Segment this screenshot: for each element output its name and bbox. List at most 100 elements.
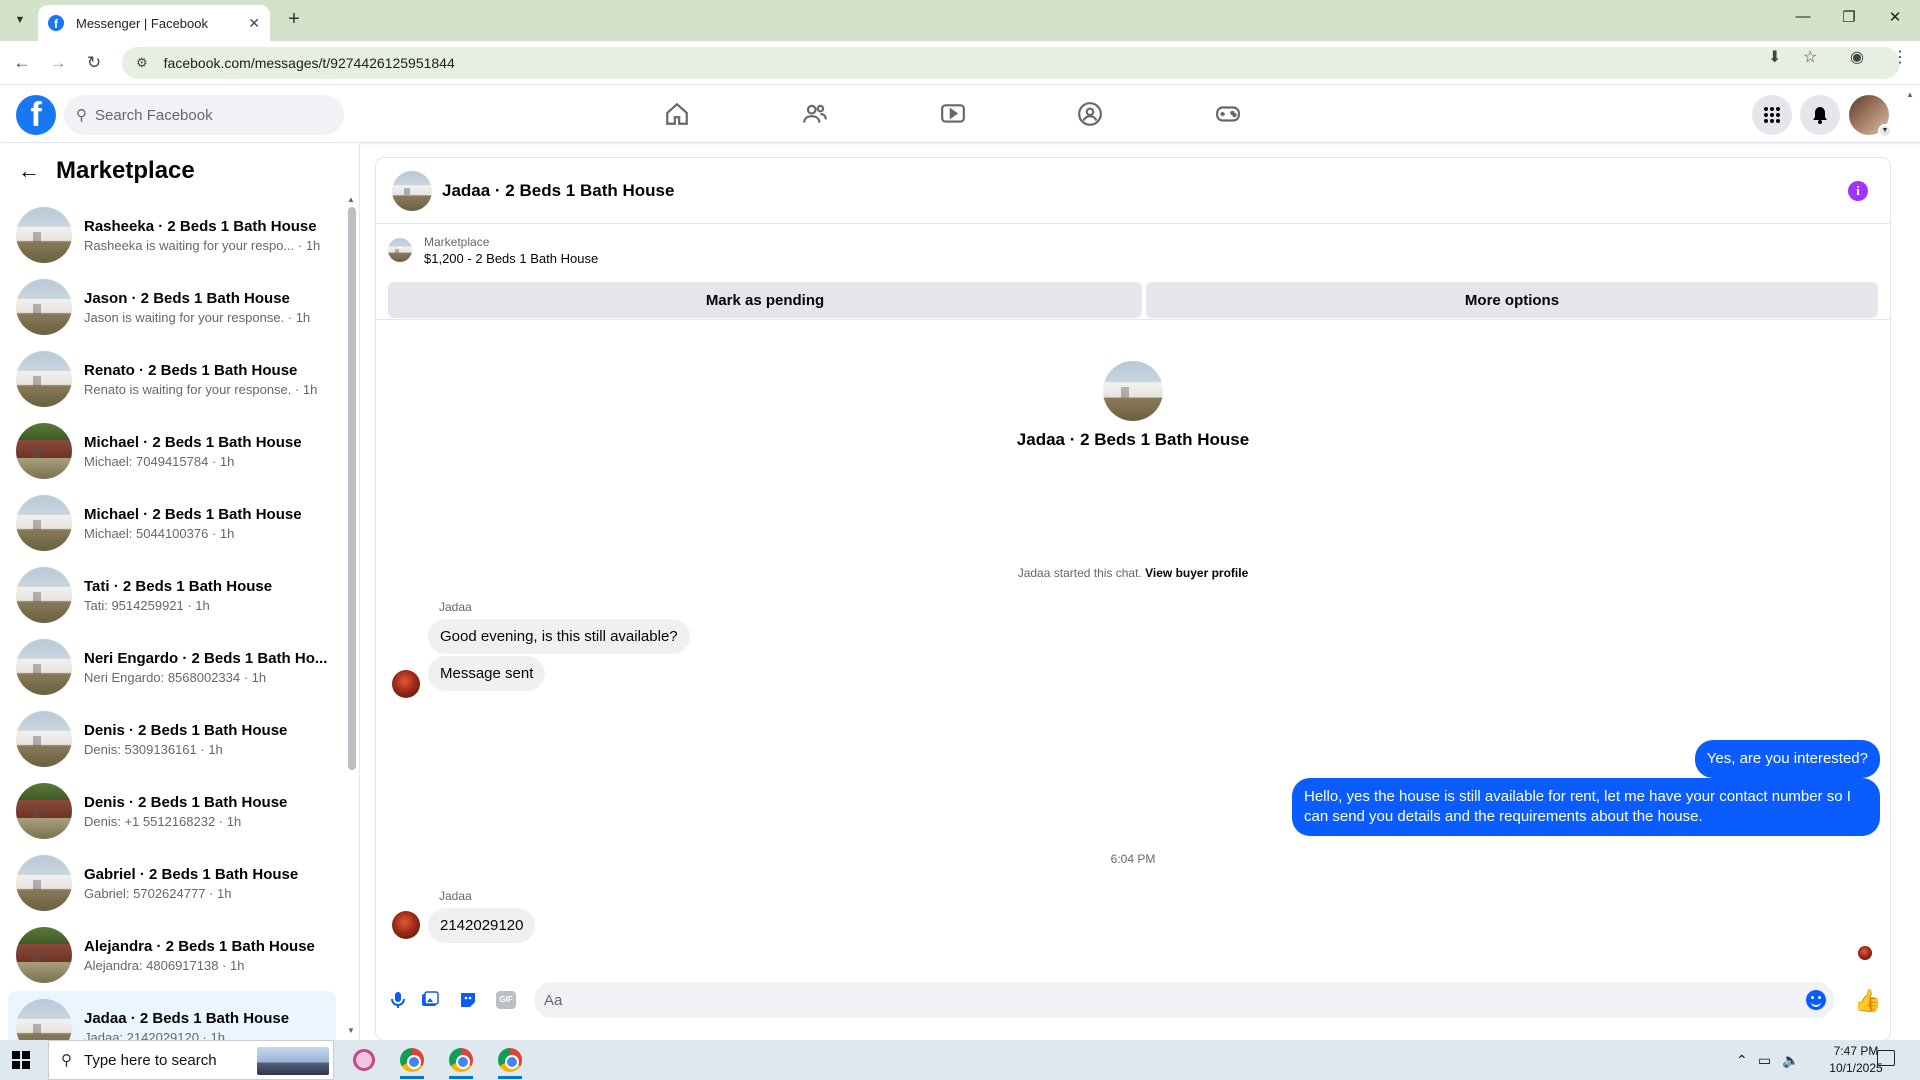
close-tab-icon[interactable]: ✕ xyxy=(248,15,260,32)
conversation-item[interactable]: Renato · 2 Beds 1 Bath House Renato is wa… xyxy=(8,343,336,415)
conversation-item[interactable]: Denis · 2 Beds 1 Bath House Denis: +1 551… xyxy=(8,775,336,847)
facebook-logo-icon[interactable]: f xyxy=(16,95,56,135)
chrome-taskbar-icon[interactable] xyxy=(392,1044,432,1079)
conversation-thumbnail xyxy=(16,783,72,839)
conversation-name: Jadaa · 2 Beds 1 Bath House xyxy=(84,1009,290,1027)
scroll-down-arrow-icon[interactable]: ▼ xyxy=(347,1026,355,1035)
microphone-icon[interactable] xyxy=(388,990,408,1010)
thumbs-up-like-icon[interactable]: 👍 xyxy=(1854,988,1881,1014)
back-arrow-icon[interactable]: ← xyxy=(10,51,34,75)
conversation-item[interactable]: Jadaa · 2 Beds 1 Bath House Jadaa: 214202… xyxy=(8,991,336,1040)
volume-icon[interactable]: 🔈 xyxy=(1782,1052,1799,1069)
conversation-thumbnail xyxy=(16,351,72,407)
minimize-icon[interactable]: — xyxy=(1788,8,1818,25)
outgoing-message[interactable]: Hello, yes the house is still available … xyxy=(1292,778,1880,836)
conversation-item[interactable]: Rasheeka · 2 Beds 1 Bath House Rasheeka i… xyxy=(8,199,336,271)
incoming-message[interactable]: 2142029120 xyxy=(428,908,536,943)
facebook-search-input[interactable] xyxy=(95,106,315,124)
incoming-message[interactable]: Message sent xyxy=(428,656,546,691)
conversation-thumbnail xyxy=(16,999,72,1040)
friends-icon[interactable] xyxy=(800,99,830,129)
conversation-item[interactable]: Gabriel · 2 Beds 1 Bath House Gabriel: 57… xyxy=(8,847,336,919)
conversation-thumbnail xyxy=(16,495,72,551)
search-icon: ⚲ xyxy=(61,1052,72,1069)
mark-as-pending-button[interactable]: Mark as pending xyxy=(388,282,1142,318)
windows-start-icon[interactable] xyxy=(12,1051,30,1069)
conversation-name: Michael · 2 Beds 1 Bath House xyxy=(84,505,302,523)
conversation-item[interactable]: Denis · 2 Beds 1 Bath House Denis: 530913… xyxy=(8,703,336,775)
chat-started-notice: Jadaa started this chat. View buyer prof… xyxy=(376,566,1890,580)
account-avatar[interactable]: ▼ xyxy=(1849,95,1892,138)
tab-list-chevron-icon[interactable]: ▼ xyxy=(8,8,32,32)
browser-menu-icon[interactable]: ⋮ xyxy=(1892,47,1908,67)
gaming-icon[interactable] xyxy=(1213,99,1243,129)
outgoing-message[interactable]: Yes, are you interested? xyxy=(1694,740,1880,778)
scroll-up-arrow-icon[interactable]: ▲ xyxy=(347,195,355,204)
sender-name: Jadaa xyxy=(439,889,472,903)
restore-icon[interactable]: ❐ xyxy=(1834,8,1864,26)
listing-summary[interactable]: Marketplace $1,200 - 2 Beds 1 Bath House xyxy=(388,232,1878,268)
chrome-taskbar-icon[interactable] xyxy=(441,1044,481,1079)
conversation-item[interactable]: Tati · 2 Beds 1 Bath House Tati: 95142599… xyxy=(8,559,336,631)
browser-tab-bar: ▼ f Messenger | Facebook ✕ + — ❐ ✕ xyxy=(0,0,1920,41)
chat-title[interactable]: Jadaa · 2 Beds 1 Bath House xyxy=(442,181,674,201)
page-scroll-up-icon[interactable]: ▲ xyxy=(1906,90,1914,99)
sender-avatar[interactable] xyxy=(392,670,420,698)
view-buyer-profile-link[interactable]: View buyer profile xyxy=(1145,566,1248,580)
conversation-text: Renato · 2 Beds 1 Bath House Renato is wa… xyxy=(84,362,336,397)
conversation-text: Jason · 2 Beds 1 Bath House Jason is wait… xyxy=(84,290,336,325)
notification-center-icon[interactable] xyxy=(1877,1050,1895,1066)
incoming-message[interactable]: Good evening, is this still available? xyxy=(428,619,690,654)
conversation-snippet: Jadaa: 2142029120 · 1h xyxy=(84,1029,225,1041)
address-bar[interactable]: ⚙ facebook.com/messages/t/92744261259518… xyxy=(122,47,1900,79)
new-tab-button[interactable]: + xyxy=(282,8,306,32)
menu-grid-icon[interactable] xyxy=(1752,95,1792,135)
site-info-icon[interactable]: ⚙ xyxy=(136,55,148,71)
facebook-header: f ⚲ ▼ xyxy=(0,85,1920,143)
install-app-icon[interactable]: ⬇ xyxy=(1768,47,1781,67)
network-icon[interactable]: ▭ xyxy=(1758,1052,1771,1069)
chat-listing-thumbnail[interactable] xyxy=(392,170,432,211)
message-input[interactable] xyxy=(544,991,1784,1009)
conversation-name: Tati · 2 Beds 1 Bath House xyxy=(84,577,273,595)
conversation-snippet: Denis: 5309136161 · 1h xyxy=(84,741,223,757)
conversation-item[interactable]: Michael · 2 Beds 1 Bath House Michael: 50… xyxy=(8,487,336,559)
profile-icon[interactable]: ◉ xyxy=(1850,47,1864,67)
info-icon[interactable]: i xyxy=(1848,181,1868,201)
facebook-search[interactable]: ⚲ xyxy=(64,95,344,135)
more-options-button[interactable]: More options xyxy=(1146,282,1878,318)
conversation-text: Denis · 2 Beds 1 Bath House Denis: +1 551… xyxy=(84,794,336,829)
taskbar-search-input[interactable] xyxy=(84,1051,234,1069)
photo-icon[interactable] xyxy=(420,990,440,1010)
conversation-item[interactable]: Neri Engardo · 2 Beds 1 Bath Ho... Neri E… xyxy=(8,631,336,703)
show-hidden-icons-chevron-icon[interactable]: ⌃ xyxy=(1736,1052,1748,1069)
forward-arrow-icon[interactable]: → xyxy=(46,51,70,75)
groups-icon[interactable] xyxy=(1075,99,1105,129)
sender-avatar[interactable] xyxy=(392,911,420,939)
chat-hero-thumbnail xyxy=(1103,361,1163,421)
conversation-item[interactable]: Jason · 2 Beds 1 Bath House Jason is wait… xyxy=(8,271,336,343)
cortana-app-icon[interactable] xyxy=(344,1044,384,1076)
sidebar-scrollbar[interactable] xyxy=(348,207,356,770)
notifications-bell-icon[interactable] xyxy=(1800,95,1840,135)
conversation-snippet: Gabriel: 5702624777 · 1h xyxy=(84,885,232,901)
back-arrow-icon[interactable]: ← xyxy=(18,158,40,184)
conversation-item[interactable]: Michael · 2 Beds 1 Bath House Michael: 70… xyxy=(8,415,336,487)
conversation-name: Denis · 2 Beds 1 Bath House xyxy=(84,721,288,739)
taskbar-search[interactable]: ⚲ xyxy=(48,1040,334,1080)
browser-tab[interactable]: f Messenger | Facebook ✕ xyxy=(38,5,270,41)
conversation-snippet: Michael: 7049415784 · 1h xyxy=(84,453,235,469)
search-highlight-image xyxy=(257,1047,329,1075)
message-input-box[interactable] xyxy=(534,982,1834,1018)
gif-icon[interactable]: GIF xyxy=(496,991,516,1009)
message-timestamp: 6:04 PM xyxy=(1110,852,1156,866)
close-window-icon[interactable]: ✕ xyxy=(1880,8,1910,26)
chrome-taskbar-icon[interactable] xyxy=(490,1044,530,1079)
bookmark-star-icon[interactable]: ☆ xyxy=(1803,47,1817,67)
emoji-icon[interactable] xyxy=(1806,990,1826,1010)
sticker-icon[interactable] xyxy=(458,990,478,1010)
video-icon[interactable] xyxy=(938,99,968,129)
conversation-item[interactable]: Alejandra · 2 Beds 1 Bath House Alejandra… xyxy=(8,919,336,991)
reload-icon[interactable]: ↻ xyxy=(82,51,106,75)
home-icon[interactable] xyxy=(662,99,692,129)
